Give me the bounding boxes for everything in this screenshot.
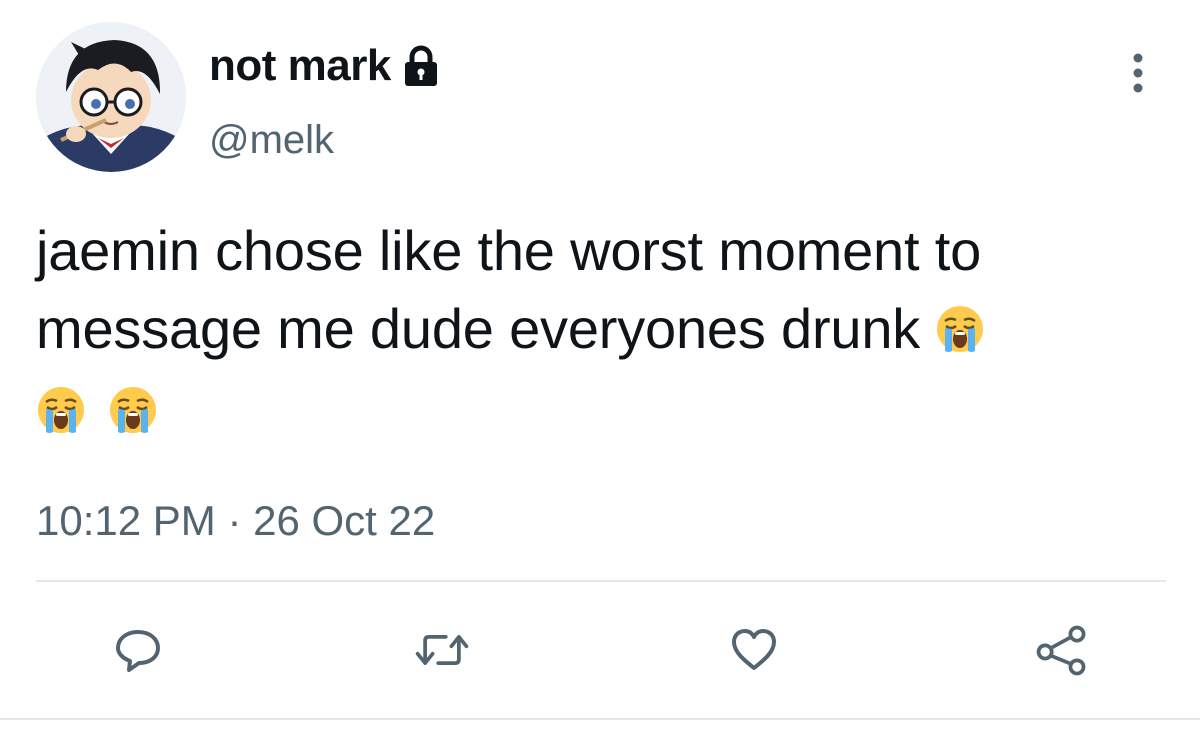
lock-icon xyxy=(404,45,437,86)
loudly-crying-face-emoji xyxy=(38,387,84,433)
retweet-icon xyxy=(415,635,469,665)
tweet-timestamp[interactable]: 10:12 PM · 26 Oct 22 xyxy=(36,495,435,547)
tweet-body: jaemin chose like the worst moment to me… xyxy=(36,219,982,360)
avatar-image xyxy=(36,22,186,172)
more-vertical-icon[interactable] xyxy=(1120,50,1156,96)
avatar[interactable] xyxy=(36,22,186,172)
retweet-button[interactable] xyxy=(412,620,472,680)
loudly-crying-face-emoji xyxy=(110,387,156,433)
share-icon xyxy=(1036,625,1086,676)
reply-icon xyxy=(116,630,160,672)
loudly-crying-face-emoji xyxy=(937,306,984,352)
user-handle[interactable]: @melk xyxy=(209,116,334,164)
meta-separator: · xyxy=(227,497,242,544)
emoji-row xyxy=(36,385,158,445)
like-button[interactable] xyxy=(724,620,784,680)
divider xyxy=(36,580,1166,582)
bottom-divider xyxy=(0,718,1200,720)
display-name[interactable]: not mark xyxy=(209,40,441,92)
tweet-text: jaemin chose like the worst moment to me… xyxy=(36,212,1166,368)
display-name-text[interactable]: not mark xyxy=(209,40,391,92)
share-button[interactable] xyxy=(1032,620,1092,680)
tweet-time[interactable]: 10:12 PM xyxy=(36,497,216,544)
tweet-date[interactable]: 26 Oct 22 xyxy=(253,497,435,544)
heart-icon xyxy=(732,629,776,670)
tweet-card: not mark @melk jaemin chose like the wor… xyxy=(0,0,1200,739)
reply-button[interactable] xyxy=(108,620,168,680)
